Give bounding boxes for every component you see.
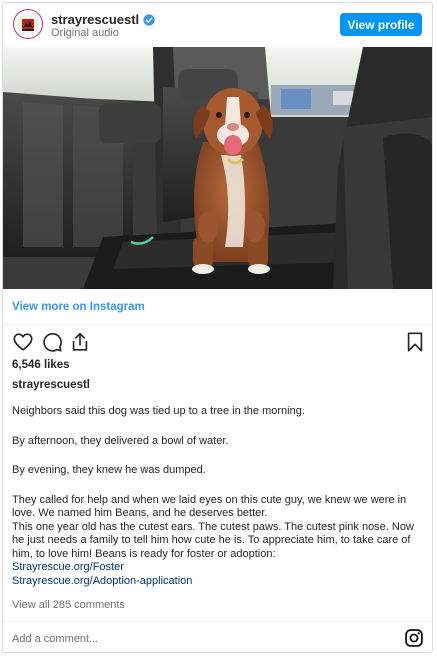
post-header: strayrescuestl Original audio View profi… [3, 3, 432, 47]
comment-bar [3, 621, 432, 652]
audio-label[interactable]: Original audio [51, 27, 119, 39]
view-all-comments-link[interactable]: View all 285 comments [12, 599, 125, 611]
strayrescue-logo-icon [17, 13, 39, 35]
share-icon[interactable] [69, 331, 91, 353]
avatar[interactable] [13, 9, 43, 39]
foster-link[interactable]: Strayrescue.org/Foster [12, 561, 426, 575]
likes-count[interactable]: 6,546 likes [12, 359, 70, 371]
action-bar [3, 329, 432, 357]
username-link[interactable]: strayrescuestl [51, 12, 139, 27]
comment-icon[interactable] [41, 331, 63, 353]
view-more-bar: View more on Instagram [3, 289, 432, 325]
view-more-on-instagram-link[interactable]: View more on Instagram [12, 301, 145, 313]
caption-paragraph: By afternoon, they delivered a bowl of w… [12, 434, 229, 447]
caption-paragraph: This one year old has the cutest ears. T… [12, 520, 414, 560]
adoption-application-link[interactable]: Strayrescue.org/Adoption-application [12, 575, 426, 589]
bookmark-icon[interactable] [404, 331, 426, 353]
caption-username[interactable]: strayrescuestl [12, 379, 90, 391]
add-comment-input[interactable] [12, 630, 332, 647]
instagram-embed-card: strayrescuestl Original audio View profi… [2, 2, 433, 653]
caption-paragraph: By evening, they knew he was dumped. [12, 464, 206, 476]
caption-paragraph: Neighbors said this dog was tied up to a… [12, 405, 305, 417]
view-profile-button[interactable]: View profile [340, 13, 422, 36]
caption-text: Neighbors said this dog was tied up to a… [12, 405, 426, 588]
instagram-logo-icon[interactable] [404, 628, 424, 648]
username-row: strayrescuestl [51, 12, 155, 27]
post-media[interactable] [3, 47, 432, 289]
heart-icon[interactable] [12, 331, 34, 353]
dog-in-car-photo [3, 47, 432, 289]
verified-badge-icon [143, 13, 155, 26]
caption-paragraph: They called for help and when we laid ey… [12, 493, 407, 520]
